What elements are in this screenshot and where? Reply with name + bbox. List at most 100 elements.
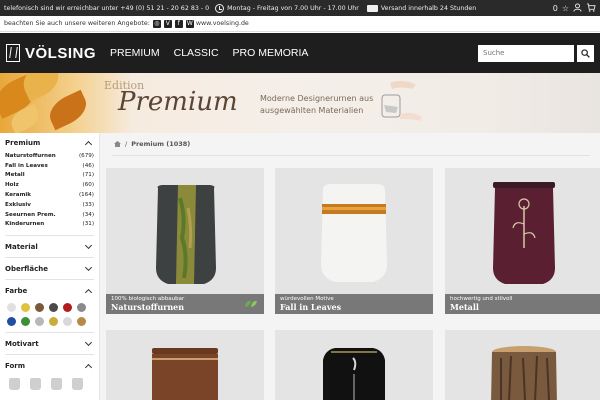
category-label: Exklusiv: [5, 201, 31, 208]
color-swatch[interactable]: [77, 303, 86, 313]
clock-icon: [215, 3, 225, 13]
product-card-metall[interactable]: hochwertig und stilvoll Metall: [445, 168, 600, 314]
cart-icon[interactable]: [586, 2, 596, 14]
nav-link-premium[interactable]: PREMIUM: [110, 47, 160, 59]
color-swatch[interactable]: [77, 317, 86, 327]
filter-motivart[interactable]: Motivart: [5, 332, 94, 354]
main-navigation: VÖLSING PREMIUM CLASSIC PRO MEMORIA: [0, 33, 600, 73]
category-count: (46): [82, 162, 94, 169]
filter-oberflaeche[interactable]: Oberfläche: [5, 257, 94, 279]
color-swatch[interactable]: [49, 303, 58, 313]
nav-link-classic[interactable]: CLASSIC: [174, 47, 219, 59]
brand-logo-mark: [6, 44, 20, 62]
brand-logo[interactable]: VÖLSING: [6, 44, 96, 62]
category-item[interactable]: Keramik (164): [5, 190, 94, 200]
form-options: [5, 376, 94, 391]
category-item[interactable]: Naturstoffurnen (679): [5, 151, 94, 161]
filter-label: Oberfläche: [5, 264, 48, 273]
category-label: Seeurnen Prem.: [5, 211, 56, 218]
filter-material[interactable]: Material: [5, 235, 94, 257]
product-card[interactable]: [106, 330, 264, 400]
offers-text: beachten Sie auch unsere weiteren Angebo…: [4, 20, 150, 27]
home-icon[interactable]: [114, 141, 121, 147]
urn-shape-icon[interactable]: [9, 378, 20, 391]
nav-link-pro-memoria[interactable]: PRO MEMORIA: [233, 47, 309, 59]
filter-label: Material: [5, 242, 38, 251]
truck-icon: [366, 4, 378, 12]
category-item[interactable]: Kinderurnen (31): [5, 220, 94, 230]
urn-shape-icon[interactable]: [72, 378, 83, 391]
color-swatches: [5, 301, 94, 332]
category-count: (31): [82, 221, 94, 228]
cart-count: 0: [552, 3, 558, 13]
chevron-down-icon: [84, 338, 93, 346]
chevron-up-icon: [84, 288, 93, 296]
website-link[interactable]: www.voelsing.de: [196, 20, 249, 27]
chevron-down-icon: [84, 263, 93, 271]
website-icon[interactable]: W: [185, 19, 194, 28]
product-card-naturstoffurnen[interactable]: 100% biologisch abbaubar Naturstoffurnen: [106, 168, 264, 314]
filter-form[interactable]: Form: [5, 354, 94, 376]
user-icon[interactable]: [573, 2, 582, 14]
category-item[interactable]: Fall in Leaves (46): [5, 161, 94, 171]
color-swatch[interactable]: [63, 303, 72, 313]
product-card-fall-in-leaves[interactable]: würdevollen Motive Fall in Leaves: [275, 168, 433, 314]
phone-number[interactable]: +49 (0) 51 21 - 20 62 83 - 0: [120, 5, 209, 12]
category-label: Fall in Leaves: [5, 162, 48, 169]
product-card[interactable]: [445, 330, 600, 400]
product-listing: / Premium (1038) 100% biologisch abbauba…: [100, 133, 600, 400]
chevron-up-icon: [84, 140, 93, 149]
breadcrumb-current: Premium (1038): [131, 140, 191, 148]
banner-title: Premium: [118, 87, 238, 117]
v-logo-icon[interactable]: V: [163, 19, 172, 28]
sidebar-category-header[interactable]: Premium: [5, 139, 94, 149]
category-count: (164): [78, 192, 94, 199]
category-label: Keramik: [5, 192, 32, 199]
instagram-icon[interactable]: ◎: [152, 19, 161, 28]
color-swatch[interactable]: [35, 303, 44, 313]
chevron-down-icon: [84, 241, 93, 249]
color-swatch[interactable]: [21, 317, 30, 327]
color-swatch[interactable]: [63, 317, 72, 327]
brand-name: VÖLSING: [25, 44, 97, 62]
category-label: Metall: [5, 172, 25, 179]
phone-text: telefonisch sind wir erreichbar unter: [4, 4, 119, 12]
star-icon[interactable]: ☆: [562, 4, 569, 13]
breadcrumb-separator: /: [125, 140, 128, 148]
category-item[interactable]: Seeurnen Prem. (34): [5, 210, 94, 220]
premium-banner[interactable]: Edition Premium Moderne Designerurnen au…: [0, 73, 600, 133]
search-icon: [581, 48, 590, 58]
urn-image: [152, 348, 218, 400]
product-label: 100% biologisch abbaubar Naturstoffurnen: [106, 294, 264, 314]
autumn-leaf-graphic: [44, 89, 92, 131]
opening-hours: Montag - Freitag von 7.00 Uhr - 17.00 Uh…: [227, 4, 359, 12]
urn-shape-icon[interactable]: [30, 378, 41, 391]
product-label: hochwertig und stilvoll Metall: [445, 294, 600, 314]
search-input[interactable]: [478, 44, 574, 62]
category-count: (679): [78, 152, 94, 159]
product-name: Naturstoffurnen: [111, 302, 185, 312]
color-swatch[interactable]: [35, 317, 44, 327]
product-label: würdevollen Motive Fall in Leaves: [275, 294, 433, 314]
category-count: (34): [82, 211, 94, 218]
color-swatch[interactable]: [7, 317, 16, 327]
filter-farbe[interactable]: Farbe: [5, 279, 94, 301]
hand-with-glass-graphic: [381, 80, 422, 121]
search-button[interactable]: [577, 44, 594, 62]
leaf-icon: [245, 300, 257, 307]
nav-links: PREMIUM CLASSIC PRO MEMORIA: [110, 47, 308, 59]
top-actions: 0 ☆: [552, 2, 596, 14]
color-swatch[interactable]: [7, 303, 16, 313]
urn-shape-icon[interactable]: [51, 378, 62, 391]
category-item[interactable]: Metall (71): [5, 171, 94, 181]
color-swatch[interactable]: [21, 303, 30, 313]
facebook-icon[interactable]: f: [174, 19, 183, 28]
category-item[interactable]: Exklusiv (33): [5, 200, 94, 210]
product-card[interactable]: [275, 330, 433, 400]
product-name: Fall in Leaves: [280, 302, 342, 312]
color-swatch[interactable]: [49, 317, 58, 327]
banner-subtitle-line: Moderne Designerurnen aus: [260, 94, 374, 103]
category-item[interactable]: Holz (60): [5, 180, 94, 190]
sidebar-title: Premium: [5, 139, 41, 147]
banner-subtitle-line: ausgewählten Materialien: [260, 106, 364, 115]
